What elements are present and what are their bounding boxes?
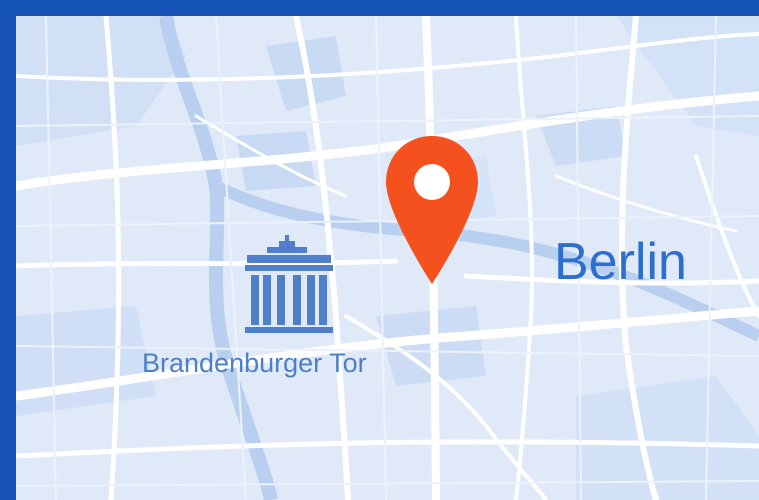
city-label: Berlin — [554, 233, 687, 291]
location-pin-icon[interactable] — [384, 134, 480, 286]
map-frame: Brandenburger Tor Berlin — [0, 0, 759, 500]
brandenburg-gate-icon[interactable] — [241, 231, 337, 343]
landmark-label[interactable]: Brandenburger Tor — [142, 350, 367, 377]
map-canvas[interactable]: Brandenburger Tor Berlin — [16, 16, 759, 500]
